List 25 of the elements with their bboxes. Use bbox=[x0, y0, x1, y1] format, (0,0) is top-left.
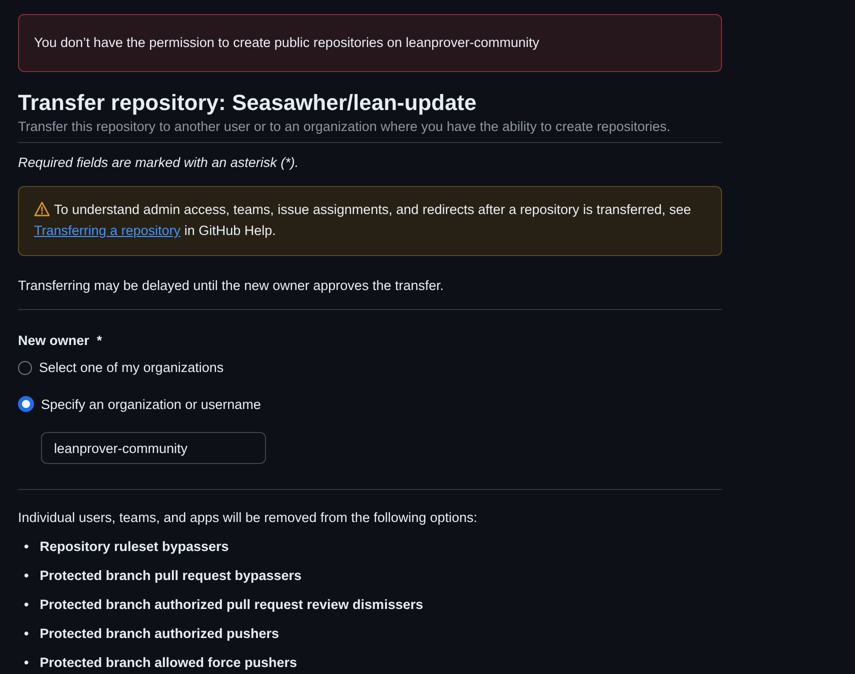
radio-label[interactable]: Select one of my organizations bbox=[39, 360, 224, 375]
required-note: Required fields are marked with an asterisk (*). bbox=[18, 155, 300, 170]
bullet: • bbox=[24, 625, 29, 643]
warning-banner: To understand admin access, teams, issue assignments, and redirects after a repository is transferred, see Transferring a repository in GitHub Help. bbox=[18, 186, 722, 256]
warning-icon bbox=[34, 201, 50, 217]
radio-label[interactable]: Specify an organization or username bbox=[41, 396, 261, 412]
page-title: Transfer repository: Seasawher/lean-update bbox=[18, 89, 478, 117]
page-subtitle: Transfer this repository to another user or to an organization where you have the ability to create repositories. bbox=[18, 119, 672, 134]
list-item: Repository ruleset bypassers bbox=[40, 538, 229, 556]
list-item: Protected branch authorized pull request review dismissers bbox=[40, 596, 424, 614]
field-label: New owner * bbox=[18, 333, 102, 348]
radio-button[interactable] bbox=[18, 360, 32, 374]
list-item: Protected branch allowed force pushers bbox=[40, 654, 298, 672]
error-banner: You don’t have the permission to create public repositories on leanprover-community bbox=[18, 14, 722, 72]
radio-button[interactable] bbox=[18, 396, 34, 412]
bullet: • bbox=[24, 654, 29, 672]
list-item: Protected branch pull request bypassers bbox=[40, 567, 302, 585]
help-link[interactable]: Transferring a repository bbox=[34, 223, 181, 238]
bullet: • bbox=[24, 538, 29, 556]
owner-input[interactable]: leanprover-community bbox=[41, 432, 266, 464]
list-item: Protected branch authorized pushers bbox=[40, 625, 280, 643]
bullet: • bbox=[24, 596, 29, 614]
removal-note: Individual users, teams, and apps will be removed from the following options: bbox=[18, 510, 478, 525]
bullet: • bbox=[24, 567, 29, 585]
delay-note: Transferring may be delayed until the new owner approves the transfer. bbox=[18, 278, 445, 293]
